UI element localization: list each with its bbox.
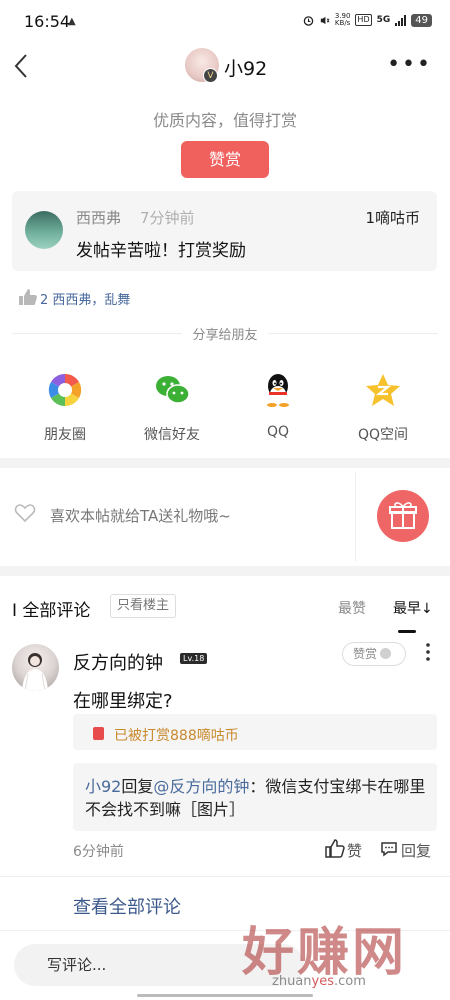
comment-text: 在哪里绑定? [73, 691, 173, 712]
watermark-url: zhuanyes.com [272, 974, 366, 989]
reply-bubble-icon[interactable] [380, 841, 398, 857]
red-packet-icon [93, 727, 104, 740]
battery-indicator: 49 [411, 13, 432, 27]
rewarded-text: 已被打赏888嘀咕币 [114, 728, 239, 744]
status-icons: 3.90 KB/s HD 5G 49 [303, 13, 432, 27]
person-photo [22, 653, 48, 691]
share-label: 朋友圈 [44, 427, 86, 443]
reward-message: 发帖辛苦啦！打赏奖励 [76, 241, 246, 261]
qzone-icon [366, 374, 400, 406]
level-badge: Lv.18 [180, 653, 208, 664]
active-tab-indicator [398, 630, 416, 633]
status-bar: 16:54 ▲ 3.90 KB/s HD 5G 49 [0, 0, 450, 42]
rewarder-name[interactable]: 西西弗 [76, 207, 121, 228]
wechat-icon [156, 376, 190, 404]
section-separator [0, 458, 450, 468]
signal-icon [395, 14, 407, 26]
alarm-icon [303, 15, 314, 26]
likes-list[interactable]: 2 西西弗，乱舞 [40, 289, 130, 308]
share-qq[interactable]: QQ [238, 372, 318, 440]
sort-early-tab[interactable]: 最早↓ [393, 598, 433, 618]
coin-icon [380, 648, 392, 659]
net-speed: 3.90 KB/s [335, 13, 351, 27]
back-icon[interactable] [12, 52, 32, 80]
reply-word: 回复 [121, 777, 154, 796]
verified-badge: V [203, 68, 218, 83]
thumbs-up-icon[interactable] [325, 839, 345, 858]
share-wechat[interactable]: 微信好友 [132, 372, 212, 444]
watermark-url-highlight: yes [311, 974, 334, 989]
qq-icon [267, 374, 289, 407]
reward-tip: 优质内容，值得打赏 [152, 111, 297, 130]
share-label: 微信好友 [144, 427, 200, 443]
net-speed-unit: KB/s [334, 19, 351, 27]
reward-amount: 1嘀咕币 [365, 209, 420, 227]
notification-icon: ▲ [68, 16, 76, 27]
share-label: QQ空间 [357, 427, 409, 443]
comment-reply-button[interactable]: 回复 [401, 840, 431, 861]
moments-icon [48, 373, 82, 407]
hd-badge: HD [355, 14, 372, 26]
rewarder-avatar[interactable] [25, 211, 63, 249]
watermark-url-prefix: zhuan [272, 974, 312, 989]
network-type: 5G [376, 15, 391, 25]
comments-title: I 全部评论 [12, 601, 91, 621]
reward-time: 7分钟前 [140, 209, 195, 227]
watermark-url-suffix: .com [333, 974, 366, 989]
comment-time: 6分钟前 [73, 844, 124, 860]
share-qzone[interactable]: QQ空间 [343, 372, 423, 444]
heart-icon[interactable] [14, 503, 36, 523]
commenter-name[interactable]: 反方向的钟 [73, 649, 163, 675]
status-time: 16:54 [24, 12, 71, 31]
gift-icon [389, 502, 417, 529]
reply-mention[interactable]: @反方向的钟 [153, 777, 249, 796]
divider [355, 472, 356, 562]
sort-hot-tab[interactable]: 最赞 [338, 598, 366, 618]
share-label: QQ [266, 424, 290, 440]
comment-reward-label: 赞赏 [353, 647, 378, 661]
mute-icon [320, 16, 330, 24]
view-all-comments-link[interactable]: 查看全部评论 [73, 893, 181, 919]
reward-button[interactable]: 赞赏 [181, 141, 269, 178]
commenter-avatar[interactable] [12, 644, 59, 691]
only-owner-button[interactable]: 只看楼主 [110, 594, 177, 618]
gift-button[interactable] [377, 490, 429, 542]
gift-prompt: 喜欢本帖就给TA送礼物哦~ [50, 507, 231, 525]
more-icon[interactable]: ••• [387, 52, 432, 77]
divider [0, 876, 450, 877]
reply-text[interactable]: 小92回复@反方向的钟：微信支付宝绑卡在哪里不会找不到嘛［图片］ [85, 775, 433, 821]
author-name[interactable]: 小92 [224, 54, 267, 81]
share-moments[interactable]: 朋友圈 [25, 372, 105, 444]
divider [268, 333, 438, 334]
section-separator [0, 566, 450, 576]
more-vertical-icon[interactable] [424, 642, 432, 662]
home-indicator [137, 994, 313, 997]
thumbs-up-icon [19, 289, 37, 305]
comment-reward-button[interactable]: 赞赏 [342, 642, 406, 666]
reply-author[interactable]: 小92 [85, 777, 121, 796]
comment-like-button[interactable]: 赞 [347, 840, 362, 861]
